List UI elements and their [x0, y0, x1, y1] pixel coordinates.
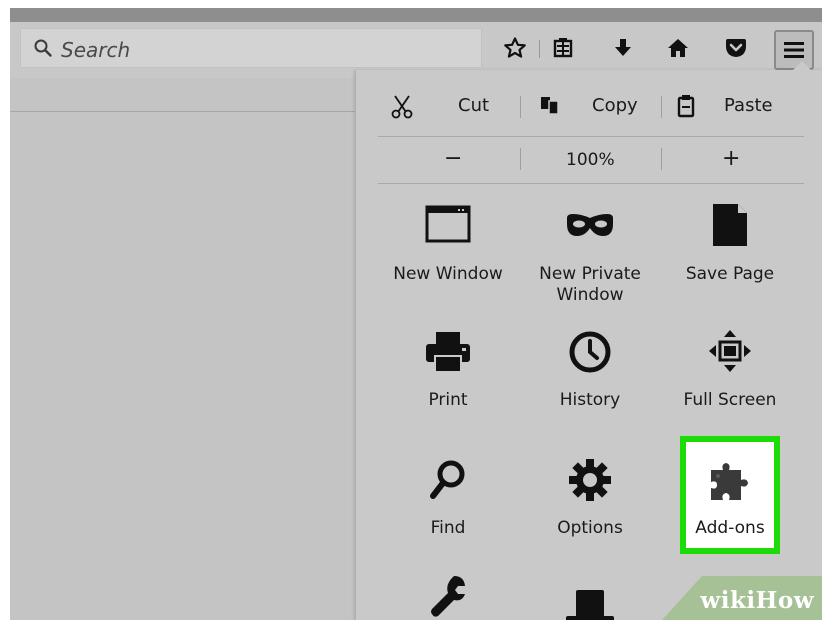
clipboard-icon — [676, 94, 696, 122]
row-separator — [661, 148, 662, 170]
tile-label: Print — [428, 390, 468, 410]
tile-label: History — [559, 390, 621, 410]
save-page-button[interactable]: Save Page — [670, 198, 790, 308]
zoom-level: 100% — [566, 150, 615, 170]
themes-button[interactable] — [530, 570, 650, 620]
zoom-reset-button[interactable]: 100% — [526, 142, 662, 174]
bookmark-star-icon[interactable] — [497, 30, 533, 66]
row-separator — [520, 96, 521, 118]
tile-label: Save Page — [685, 264, 775, 284]
wikihow-watermark: wikiHow — [662, 576, 822, 620]
print-button[interactable]: Print — [388, 326, 508, 416]
copy-button[interactable]: Copy — [526, 92, 666, 124]
scissors-icon — [390, 94, 414, 124]
developer-button[interactable] — [388, 570, 508, 620]
cut-label: Cut — [458, 95, 490, 116]
page-icon — [670, 202, 790, 248]
pocket-icon[interactable] — [718, 30, 754, 66]
menu-divider — [378, 136, 804, 137]
new-window-button[interactable]: New Window — [388, 198, 508, 308]
wrench-icon — [388, 574, 508, 618]
watermark-text: wikiHow — [700, 587, 814, 614]
search-placeholder: Search — [61, 38, 131, 62]
panel-arrow — [793, 61, 811, 70]
fullscreen-icon — [670, 328, 790, 374]
paste-label: Paste — [724, 95, 773, 116]
hat-icon — [530, 588, 650, 620]
tile-label: Add-ons — [695, 518, 765, 538]
mask-icon — [530, 212, 650, 238]
gear-icon — [530, 458, 650, 502]
add-ons-button[interactable]: Add-ons — [670, 454, 790, 544]
clock-icon — [530, 330, 650, 374]
zoom-minus-label: − — [444, 146, 463, 171]
copy-label: Copy — [592, 95, 638, 116]
tile-label: Find — [430, 518, 466, 538]
find-button[interactable]: Find — [388, 454, 508, 544]
row-separator — [520, 148, 521, 170]
reading-list-icon[interactable] — [545, 30, 581, 66]
search-icon — [33, 38, 53, 58]
tile-label: New Private Window — [539, 264, 641, 305]
downloads-icon[interactable] — [605, 30, 641, 66]
toolbar-separator — [539, 40, 540, 58]
paste-button[interactable]: Paste — [668, 92, 808, 124]
history-button[interactable]: History — [530, 326, 650, 416]
menu-divider — [378, 183, 804, 184]
tile-label: Full Screen — [683, 390, 777, 410]
copy-icon — [538, 95, 562, 121]
options-button[interactable]: Options — [530, 454, 650, 544]
new-private-window-button[interactable]: New Private Window — [530, 198, 650, 308]
zoom-plus-label: + — [722, 146, 741, 171]
tile-label: Options — [557, 518, 623, 538]
full-screen-button[interactable]: Full Screen — [670, 326, 790, 416]
browser-window: Search Cut Copy Paste − 100% + New Windo… — [10, 8, 822, 620]
content-divider — [10, 111, 356, 112]
home-icon[interactable] — [660, 30, 696, 66]
main-menu-panel: Cut Copy Paste − 100% + New Window New P… — [355, 61, 822, 620]
zoom-in-button[interactable]: + — [668, 142, 798, 174]
row-separator — [661, 96, 662, 118]
puzzle-icon — [670, 460, 790, 504]
cut-button[interactable]: Cut — [376, 92, 516, 124]
magnifier-icon — [388, 458, 508, 502]
window-icon — [388, 204, 508, 244]
title-strip — [10, 8, 822, 22]
printer-icon — [388, 330, 508, 374]
zoom-out-button[interactable]: − — [386, 142, 516, 174]
search-input[interactable]: Search — [20, 28, 482, 68]
tile-label: New Window — [393, 264, 503, 284]
